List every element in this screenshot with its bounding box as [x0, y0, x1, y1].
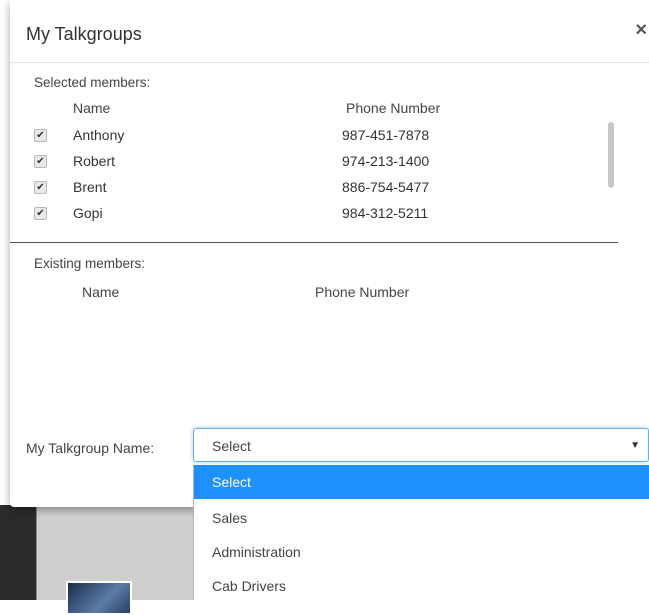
selected-phone-header: Phone Number: [346, 100, 441, 116]
option-label: Administration: [212, 544, 301, 560]
selected-members-label: Selected members:: [34, 75, 151, 90]
modal-title: My Talkgroups: [26, 24, 142, 44]
existing-name-header: Name: [82, 284, 120, 300]
select-value: Select: [212, 438, 251, 454]
background-thumbnail-image: [66, 581, 132, 615]
selected-member-row: ✔ Robert 974-213-1400: [34, 153, 614, 175]
chevron-down-icon: ▼: [630, 440, 640, 451]
background-window: [0, 505, 200, 615]
option-label: Cab Drivers: [212, 578, 286, 594]
talkgroup-name-select[interactable]: Select ▼: [193, 428, 649, 462]
member-checkbox[interactable]: ✔: [34, 207, 47, 220]
dropdown-option-select[interactable]: Select: [194, 465, 649, 499]
selected-member-row: ✔ Brent 886-754-5477: [34, 179, 614, 201]
existing-phone-header: Phone Number: [315, 284, 410, 300]
member-name: Robert: [73, 153, 116, 169]
existing-members-label: Existing members:: [34, 256, 146, 271]
selected-name-header: Name: [73, 100, 111, 116]
member-name: Anthony: [73, 127, 125, 143]
member-name: Brent: [73, 179, 107, 195]
member-phone: 974-213-1400: [342, 153, 430, 169]
dropdown-option-cab-drivers[interactable]: Cab Drivers: [194, 569, 649, 603]
talkgroup-dropdown-list: Select Sales Administration Cab Drivers: [193, 465, 649, 600]
talkgroups-modal: My Talkgroups × Selected members: Name P…: [10, 0, 649, 507]
close-button[interactable]: ×: [635, 20, 647, 40]
selected-member-row: ✔ Anthony 987-451-7878: [34, 127, 614, 149]
member-checkbox[interactable]: ✔: [34, 155, 47, 168]
option-label: Select: [212, 474, 251, 490]
member-phone: 987-451-7878: [342, 127, 430, 143]
option-label: Sales: [212, 510, 248, 526]
dropdown-option-sales[interactable]: Sales: [194, 501, 649, 535]
member-name: Gopi: [73, 205, 103, 221]
member-phone: 984-312-5211: [342, 205, 429, 221]
selected-list-scrollbar[interactable]: [608, 122, 614, 188]
member-phone: 886-754-5477: [342, 179, 430, 195]
talkgroup-name-label: My Talkgroup Name:: [26, 440, 155, 456]
member-checkbox[interactable]: ✔: [34, 181, 47, 194]
selected-member-row: ✔ Gopi 984-312-5211: [34, 205, 614, 227]
modal-header: My Talkgroups ×: [10, 0, 649, 63]
member-checkbox[interactable]: ✔: [34, 129, 47, 142]
dropdown-option-administration[interactable]: Administration: [194, 535, 649, 569]
section-divider: [10, 242, 618, 243]
